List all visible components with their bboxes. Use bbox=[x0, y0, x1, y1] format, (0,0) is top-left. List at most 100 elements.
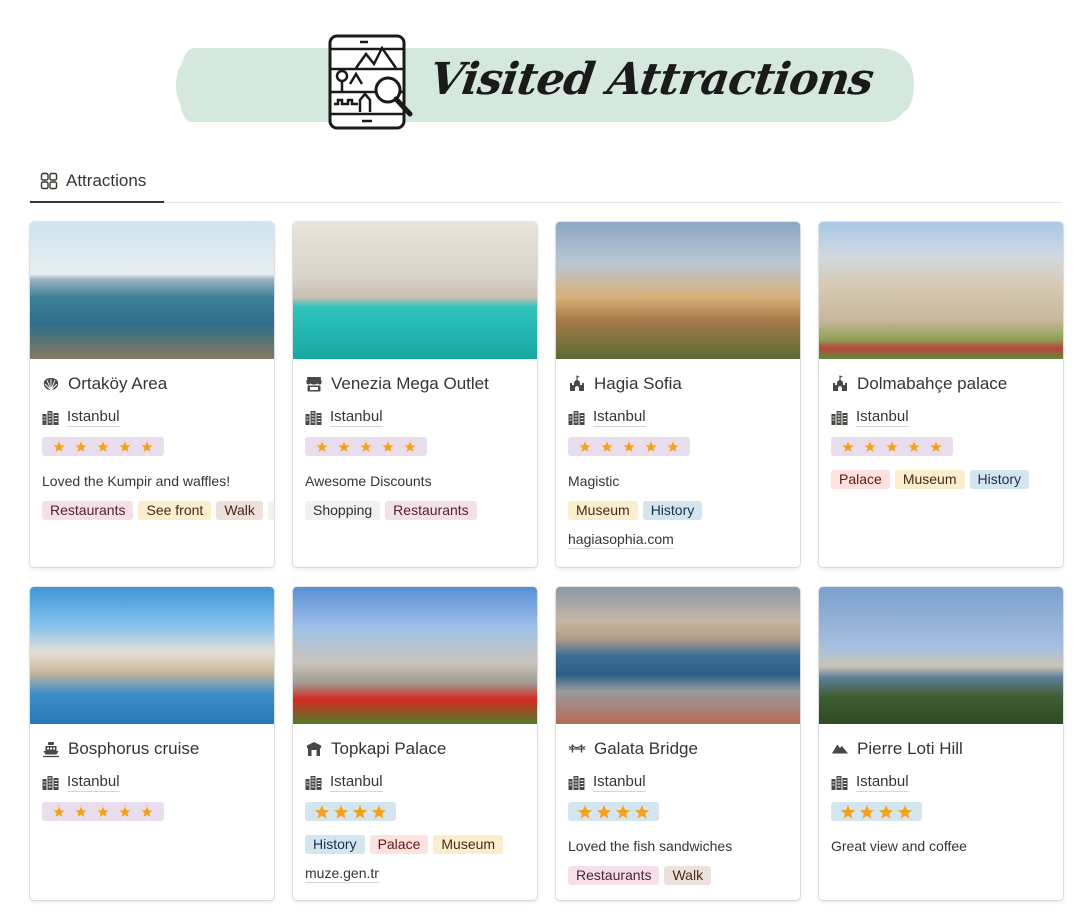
tag: Restaurants bbox=[385, 500, 477, 520]
castle-icon bbox=[831, 375, 849, 393]
card-title: Hagia Sofia bbox=[594, 374, 682, 393]
star-icon bbox=[884, 438, 900, 455]
attraction-card[interactable]: Hagia Sofia Istanbul Magistic Museum History… bbox=[556, 222, 800, 567]
attraction-card[interactable]: Topkapi Palace Istanbul History Palace Museu… bbox=[293, 587, 537, 900]
city-link[interactable]: Istanbul bbox=[856, 408, 909, 427]
rating-badge bbox=[305, 437, 427, 456]
ship-icon bbox=[42, 740, 60, 758]
star-icon bbox=[139, 438, 155, 455]
city-link[interactable]: Istanbul bbox=[856, 773, 909, 792]
city-link[interactable]: Istanbul bbox=[593, 773, 646, 792]
star-icon bbox=[73, 438, 89, 455]
card-title: Topkapi Palace bbox=[331, 739, 447, 758]
tag: Palace bbox=[831, 469, 890, 489]
attraction-card[interactable]: Bosphorus cruise Istanbul bbox=[30, 587, 274, 900]
star-icon bbox=[314, 804, 330, 820]
rating-badge bbox=[305, 802, 396, 821]
star-icon bbox=[314, 438, 330, 455]
attraction-card[interactable]: Ortaköy Area Istanbul Loved the Kumpir and… bbox=[30, 222, 274, 567]
star-icon bbox=[643, 438, 659, 455]
city-link[interactable]: Istanbul bbox=[593, 408, 646, 427]
card-title: Ortaköy Area bbox=[68, 374, 168, 393]
star-icon bbox=[139, 803, 155, 820]
star-icon bbox=[371, 804, 387, 820]
city-link[interactable]: Istanbul bbox=[67, 408, 120, 427]
tag: History bbox=[642, 500, 703, 520]
rating-badge bbox=[42, 802, 164, 821]
city-link[interactable]: Istanbul bbox=[330, 773, 383, 792]
star-icon bbox=[634, 804, 650, 820]
city-icon bbox=[568, 410, 585, 425]
attraction-card[interactable]: Venezia Mega Outlet Istanbul Awesome Disco… bbox=[293, 222, 537, 567]
star-icon bbox=[862, 438, 878, 455]
city-link[interactable]: Istanbul bbox=[67, 773, 120, 792]
star-icon bbox=[117, 438, 133, 455]
tag: Restaurants bbox=[42, 500, 134, 520]
website-link[interactable]: hagiasophia.com bbox=[568, 531, 674, 549]
star-icon bbox=[117, 803, 133, 820]
star-icon bbox=[615, 804, 631, 820]
tag bbox=[267, 500, 274, 520]
storefront-icon bbox=[305, 375, 323, 393]
rating-badge bbox=[568, 802, 659, 821]
star-icon bbox=[840, 438, 856, 455]
star-icon bbox=[878, 804, 894, 820]
tag: History bbox=[305, 834, 365, 854]
card-note: Loved the fish sandwiches bbox=[568, 837, 733, 854]
cover-image bbox=[30, 222, 274, 359]
city-icon bbox=[568, 775, 585, 790]
tag: Museum bbox=[894, 469, 965, 489]
star-icon bbox=[599, 438, 615, 455]
tag: History bbox=[969, 469, 1030, 489]
cover-image bbox=[556, 222, 800, 359]
star-icon bbox=[95, 438, 111, 455]
star-icon bbox=[95, 803, 111, 820]
attraction-card[interactable]: Pierre Loti Hill Istanbul Great view and c… bbox=[819, 587, 1063, 900]
rating-badge bbox=[831, 437, 953, 456]
temple-gate-icon bbox=[305, 740, 323, 758]
tab-label: Attractions bbox=[66, 170, 147, 190]
view-tabs: Attractions bbox=[30, 160, 1062, 203]
tag: Palace bbox=[369, 834, 429, 854]
tab-attractions[interactable]: Attractions bbox=[30, 160, 164, 203]
star-icon bbox=[51, 803, 67, 820]
star-icon bbox=[840, 804, 856, 820]
star-icon bbox=[380, 438, 396, 455]
banner-title: Visited Attractions bbox=[426, 54, 877, 105]
attraction-card[interactable]: Dolmabahçe palace Istanbul Palace Museum His… bbox=[819, 222, 1063, 567]
website-link[interactable]: muze.gen.tr bbox=[305, 865, 379, 883]
star-icon bbox=[621, 438, 637, 455]
city-icon bbox=[42, 410, 59, 425]
tag: Walk bbox=[664, 865, 712, 885]
star-icon bbox=[906, 438, 922, 455]
star-icon bbox=[352, 804, 368, 820]
cover-image bbox=[819, 587, 1063, 724]
tag: Museum bbox=[568, 500, 638, 520]
attraction-card[interactable]: Galata Bridge Istanbul Loved the fish sand… bbox=[556, 587, 800, 900]
tag: Restaurants bbox=[568, 865, 660, 885]
mountain-icon bbox=[831, 740, 849, 758]
castle-icon bbox=[568, 375, 586, 393]
cover-image bbox=[556, 587, 800, 724]
seashell-icon bbox=[42, 375, 60, 393]
rating-badge bbox=[831, 802, 922, 821]
card-note: Great view and coffee bbox=[831, 837, 967, 854]
card-title: Dolmabahçe palace bbox=[857, 374, 1008, 393]
card-title: Galata Bridge bbox=[594, 739, 698, 758]
tag-list: Restaurants Walk bbox=[568, 865, 788, 886]
tag-list: Shopping Restaurants bbox=[305, 500, 525, 521]
star-icon bbox=[665, 438, 681, 455]
card-note: Awesome Discounts bbox=[305, 472, 432, 489]
city-link[interactable]: Istanbul bbox=[330, 408, 383, 427]
cover-image bbox=[819, 222, 1063, 359]
star-icon bbox=[928, 438, 944, 455]
star-icon bbox=[577, 438, 593, 455]
tag: Museum bbox=[433, 834, 504, 854]
rating-badge bbox=[42, 437, 164, 456]
tag: Walk bbox=[216, 500, 263, 520]
cover-image bbox=[293, 222, 537, 359]
cover-image bbox=[293, 587, 537, 724]
page-banner: Visited Attractions bbox=[176, 32, 914, 132]
card-title: Bosphorus cruise bbox=[68, 739, 200, 758]
bridge-icon bbox=[568, 740, 586, 758]
